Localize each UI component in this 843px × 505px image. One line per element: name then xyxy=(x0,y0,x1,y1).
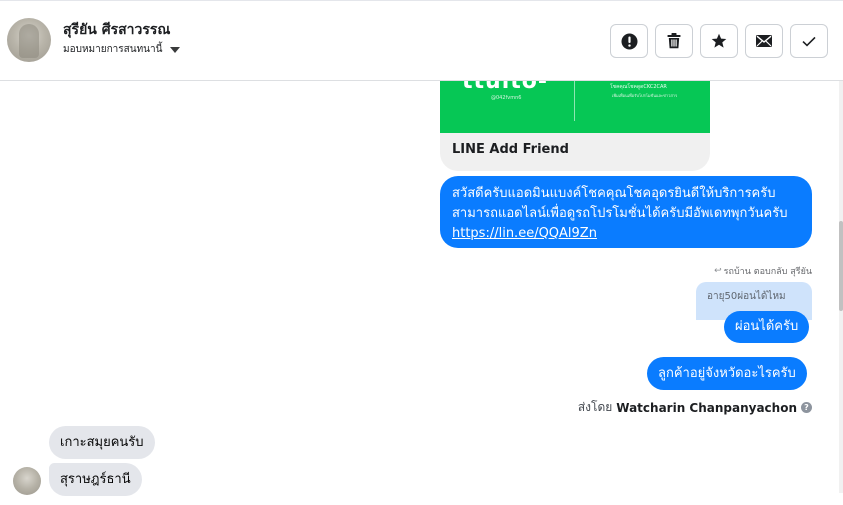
spam-button[interactable] xyxy=(610,24,648,58)
line-add-friend-card[interactable]: ttulto- @042fvmn6 โชคคุณโชคดูดCKC2CAR เพ… xyxy=(440,81,710,171)
card-image-divider xyxy=(574,81,575,121)
reply-meta-text: รถบ้าน ตอบกลับ สุรียัน xyxy=(723,267,812,277)
conversation-toolbar xyxy=(610,24,828,58)
outgoing-message-promo: สวัสดีครับแอดมินแบงค์โชคคุณโชคอุดรยินดีใ… xyxy=(440,176,812,248)
contact-name[interactable]: สุรียัน ศีรสาวรรณ xyxy=(63,19,170,41)
card-title: LINE Add Friend xyxy=(452,142,569,157)
sender-name: Watcharin Chanpanyachon xyxy=(616,400,797,415)
card-image-title: โชคคุณโชคดูดCKC2CAR xyxy=(610,84,667,90)
help-icon[interactable]: ? xyxy=(801,402,812,413)
outgoing-message-reply: ผ่อนได้ครับ xyxy=(724,311,810,343)
exclamation-icon xyxy=(621,33,638,50)
mark-unread-button[interactable] xyxy=(745,24,783,58)
card-image-subtitle: เพิ่มเพื่อนเพื่อรับโปรโมชั่นและข่าวสาร xyxy=(612,93,678,98)
assign-conversation-dropdown[interactable]: มอบหมายการสนทนานี้ xyxy=(63,42,181,57)
trash-icon xyxy=(667,33,681,49)
checkmark-icon xyxy=(802,36,816,47)
contact-avatar[interactable] xyxy=(7,18,51,62)
thread-scrollbar[interactable] xyxy=(839,81,843,493)
envelope-icon xyxy=(756,35,772,47)
reply-arrow-icon: ↩ xyxy=(714,266,722,276)
promo-link[interactable]: https://lin.ee/QQAl9Zn xyxy=(452,224,800,244)
caret-down-icon xyxy=(170,47,181,53)
sender-avatar[interactable] xyxy=(13,467,41,495)
reply-indicator: ↩ รถบ้าน ตอบกลับ สุรียัน xyxy=(714,264,812,278)
outgoing-message-province: ลูกค้าอยู่จังหวัดอะไรครับ xyxy=(647,357,807,390)
incoming-message-1: เกาะสมุยคนรับ xyxy=(49,426,155,459)
delete-button[interactable] xyxy=(655,24,693,58)
mark-done-button[interactable] xyxy=(790,24,828,58)
promo-line-1: สวัสดีครับแอดมินแบงค์โชคคุณโชคอุดรยินดีใ… xyxy=(452,186,776,201)
card-image-logo-text: ttulto- xyxy=(462,81,548,94)
assign-label: มอบหมายการสนทนานี้ xyxy=(63,44,163,55)
star-icon xyxy=(711,33,727,49)
scrollbar-thumb[interactable] xyxy=(839,221,843,311)
promo-line-2: สามารถแอดไลน์เพื่อดูรถโปรโมชั่นได้ครับมี… xyxy=(452,206,788,221)
card-image-handle: @042fvmn6 xyxy=(491,95,522,101)
message-thread[interactable]: ttulto- @042fvmn6 โชคคุณโชคดูดCKC2CAR เพ… xyxy=(0,81,843,505)
sent-by-prefix: ส่งโดย xyxy=(577,400,613,414)
sent-by-info: ส่งโดย Watcharin Chanpanyachon ? xyxy=(578,398,812,417)
incoming-message-2: สุราษฎร์ธานี xyxy=(49,463,142,496)
line-card-image: ttulto- @042fvmn6 โชคคุณโชคดูดCKC2CAR เพ… xyxy=(440,81,710,133)
conversation-header: สุรียัน ศีรสาวรรณ มอบหมายการสนทนานี้ xyxy=(0,0,843,81)
quoted-text: อายุ50ผ่อนได้ไหม xyxy=(707,291,786,302)
star-button[interactable] xyxy=(700,24,738,58)
